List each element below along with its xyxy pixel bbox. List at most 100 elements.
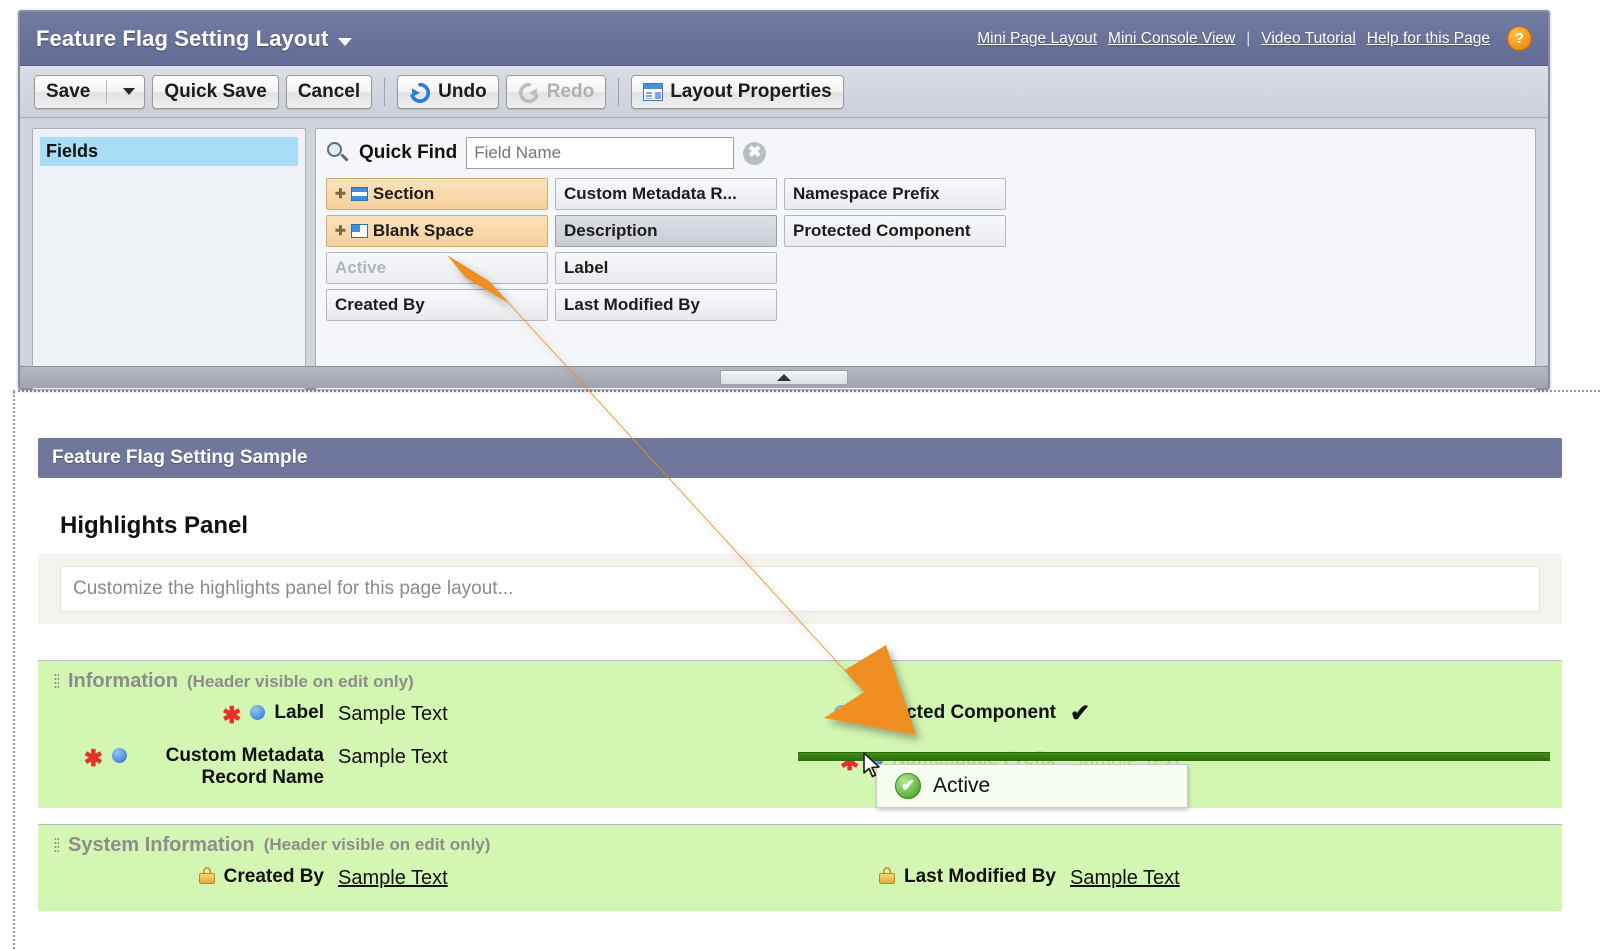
palette-item-label: Protected Component — [793, 221, 971, 240]
field-label-wrap: Protected Component — [800, 702, 1070, 724]
palette-item-created-by[interactable]: Created By — [326, 289, 548, 321]
clear-x-icon[interactable]: ✖ — [743, 141, 767, 165]
palette-item-label: Namespace Prefix — [793, 184, 940, 203]
field-row-last-modified-by[interactable]: Last Modified By Sample Text — [800, 861, 1562, 895]
palette-item-label[interactable]: Label — [555, 252, 777, 284]
page-layout-editor-panel: Feature Flag Setting Layout Mini Page La… — [18, 10, 1550, 390]
redo-arrow-icon — [518, 82, 539, 103]
section-icon — [350, 187, 368, 201]
palette-item-active[interactable]: Active — [326, 252, 548, 284]
field-label-wrap: Last Modified By — [800, 866, 1070, 888]
quick-find-label: Quick Find — [359, 142, 458, 163]
field-value: Sample Text — [338, 746, 448, 768]
toolbar-separator-2 — [618, 77, 620, 106]
section-header: Information (Header visible on edit only… — [38, 661, 1562, 697]
field-row-custom-metadata-record-name[interactable]: ✱ Custom Metadata Record Name Sample Tex… — [38, 731, 800, 794]
editor-titlebar: Feature Flag Setting Layout Mini Page La… — [20, 12, 1548, 66]
highlights-panel-band: Customize the highlights panel for this … — [38, 554, 1562, 624]
layout-properties-button-label: Layout Properties — [670, 80, 832, 102]
section-information[interactable]: Information (Header visible on edit only… — [38, 660, 1562, 808]
field-label: Custom Metadata Record Name — [165, 745, 324, 788]
palette-column-3: Namespace Prefix Protected Component — [784, 178, 1006, 321]
drag-plus-icon: ✚ — [335, 223, 346, 238]
titlebar-links: Mini Page Layout Mini Console View | Vid… — [977, 26, 1532, 51]
field-label-wrap: Created By — [38, 866, 338, 888]
mouse-pointer-icon — [863, 752, 880, 778]
field-label: Label — [274, 702, 324, 723]
layout-grid-icon — [643, 82, 664, 101]
chevron-down-icon[interactable] — [338, 37, 353, 46]
toolbar-separator — [384, 77, 386, 106]
cancel-button-label: Cancel — [297, 80, 361, 102]
undo-button-label: Undo — [438, 80, 487, 102]
drag-grip-icon[interactable] — [54, 673, 59, 690]
layout-properties-button[interactable]: Layout Properties — [631, 74, 844, 109]
palette-item-label: Last Modified By — [564, 295, 701, 314]
drag-plus-icon: ✚ — [335, 186, 346, 201]
palette-item-last-modified-by[interactable]: Last Modified By — [555, 289, 777, 321]
drag-ghost-active-field[interactable]: ✔ Active — [876, 764, 1188, 808]
field-row-protected-component[interactable]: Protected Component ✔ — [800, 697, 1562, 731]
section-columns: ✱ Label Sample Text ✱ Custom Metadata Re… — [38, 697, 1562, 794]
section-name: Information — [68, 670, 178, 692]
save-button[interactable]: Save — [34, 74, 146, 109]
editor-splitter[interactable] — [20, 366, 1548, 388]
palette-item-label: Created By — [335, 295, 425, 314]
highlights-panel-placeholder[interactable]: Customize the highlights panel for this … — [60, 566, 1540, 612]
field-label: Protected Component — [857, 702, 1056, 723]
quick-save-button-label: Quick Save — [164, 80, 267, 102]
field-value: Sample Text — [338, 703, 448, 725]
quick-find-input[interactable] — [466, 137, 735, 169]
page-dotted-top-border — [13, 390, 1600, 392]
blue-dot-icon — [112, 748, 127, 763]
section-note: (Header visible on edit only) — [263, 835, 491, 855]
section-left-column: Created By Sample Text — [38, 861, 800, 895]
field-row-created-by[interactable]: Created By Sample Text — [38, 861, 800, 895]
field-label: Last Modified By — [903, 865, 1056, 887]
blue-dot-icon — [833, 705, 849, 720]
palette-column-2: Custom Metadata R... Description Label L… — [555, 178, 777, 321]
palette-item-label: Custom Metadata R... — [564, 184, 737, 203]
page-title: Feature Flag Setting Layout — [36, 25, 329, 51]
palette-item-description[interactable]: Description — [555, 215, 777, 247]
section-left-column: ✱ Label Sample Text ✱ Custom Metadata Re… — [38, 697, 800, 794]
section-system-information[interactable]: System Information (Header visible on ed… — [38, 823, 1562, 911]
record-title: Feature Flag Setting Sample — [52, 447, 308, 468]
sidebar-item-fields[interactable]: Fields — [40, 137, 298, 166]
field-value[interactable]: Sample Text — [338, 866, 448, 890]
chevron-down-icon — [123, 88, 136, 95]
screenshot-root: Feature Flag Setting Layout Mini Page La… — [0, 0, 1600, 949]
field-row-label[interactable]: ✱ Label Sample Text — [38, 697, 800, 731]
link-video-tutorial[interactable]: Video Tutorial — [1261, 30, 1356, 48]
palette-item-blank-space[interactable]: ✚ Blank Space — [326, 215, 548, 247]
palette-item-section[interactable]: ✚ Section — [326, 178, 548, 210]
drop-indicator-bar — [798, 752, 1550, 761]
drag-grip-icon[interactable] — [54, 836, 59, 854]
editor-toolbar: Save Quick Save Cancel Undo Redo Layout … — [20, 66, 1548, 118]
help-question-icon[interactable]: ? — [1507, 26, 1532, 51]
field-value[interactable]: Sample Text — [1070, 866, 1180, 890]
drag-ghost-label: Active — [933, 774, 991, 797]
palette-grid: ✚ Section ✚ Blank Space Active Created B… — [326, 178, 1525, 321]
field-palette: Quick Find ✖ ✚ Section ✚ — [315, 128, 1536, 390]
palette-item-protected-component[interactable]: Protected Component — [784, 215, 1006, 247]
cancel-button[interactable]: Cancel — [285, 74, 373, 109]
palette-item-namespace-prefix[interactable]: Namespace Prefix — [784, 178, 1006, 210]
quick-save-button[interactable]: Quick Save — [152, 74, 279, 109]
collapse-up-triangle-icon[interactable] — [720, 370, 848, 385]
link-help-for-this-page[interactable]: Help for this Page — [1367, 30, 1490, 48]
section-header: System Information (Header visible on ed… — [38, 825, 1562, 861]
save-dropdown-toggle[interactable] — [114, 88, 144, 95]
palette-item-label: Description — [564, 221, 658, 240]
redo-button[interactable]: Redo — [505, 74, 607, 109]
link-mini-console-view[interactable]: Mini Console View — [1108, 30, 1235, 48]
palette-item-label: Section — [372, 184, 435, 203]
field-label-wrap: ✱ Label — [38, 702, 338, 727]
record-title-bar: Feature Flag Setting Sample — [38, 438, 1562, 478]
link-mini-page-layout[interactable]: Mini Page Layout — [977, 30, 1097, 48]
undo-button[interactable]: Undo — [397, 74, 499, 109]
section-note: (Header visible on edit only) — [187, 671, 414, 691]
save-button-divider — [106, 79, 108, 104]
highlights-panel-heading: Highlights Panel — [60, 512, 249, 539]
palette-item-custom-metadata-record[interactable]: Custom Metadata R... — [555, 178, 777, 210]
